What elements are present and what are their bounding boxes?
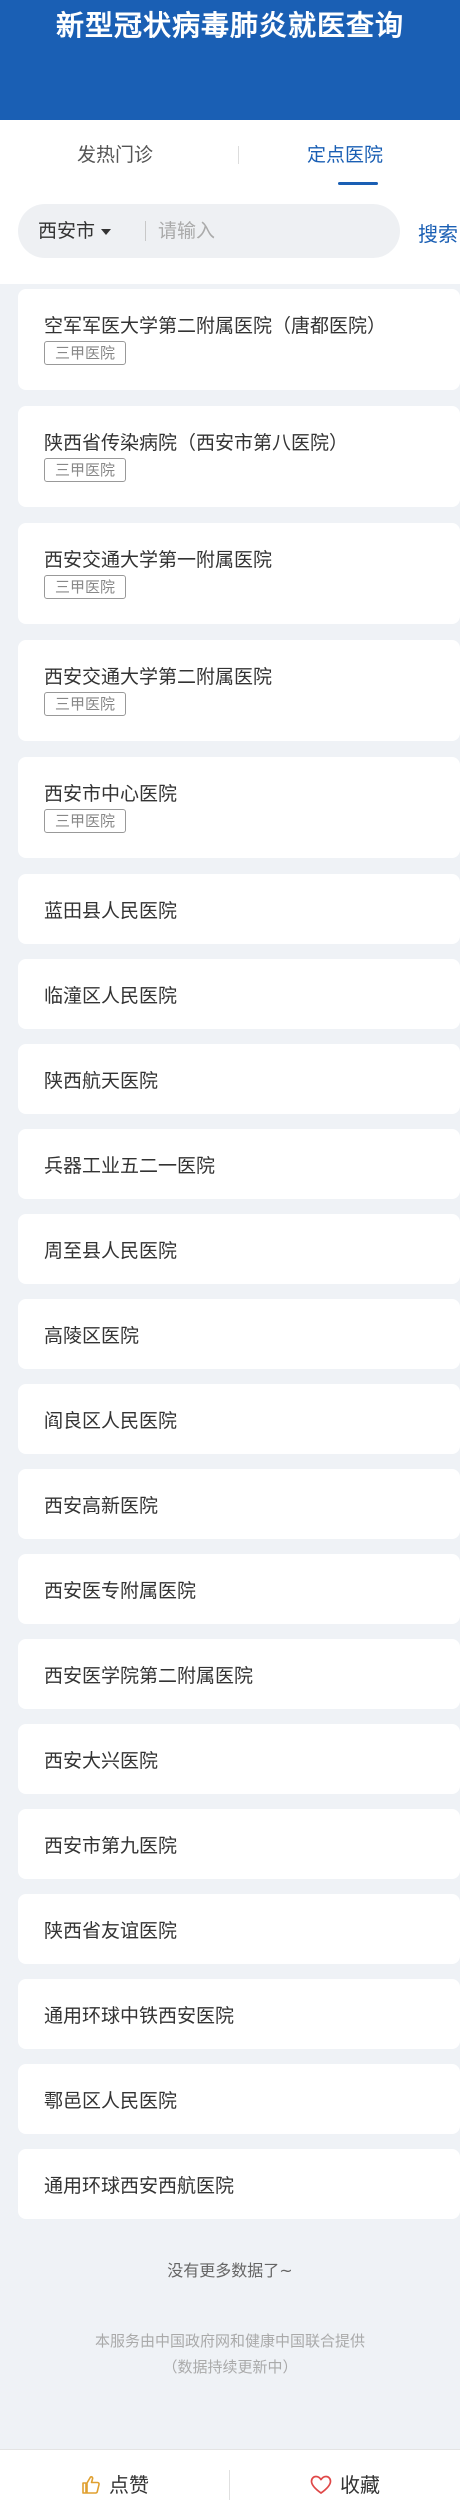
provider-note-line-1: 本服务由中国政府网和健康中国联合提供 [94,2332,365,2350]
hospital-grade-badge: 三甲医院 [44,575,127,599]
hospital-name: 陕西航天医院 [44,1070,159,1092]
tab-designated-hospital[interactable]: 定点医院 [230,120,460,190]
hospital-card[interactable]: 西安大兴医院 [18,1724,460,1794]
thumbs-up-icon [82,2476,100,2494]
hospital-name: 西安医专附属医院 [44,1580,197,1602]
search-bar: 西安市 搜索 [0,190,460,284]
favorite-button[interactable]: 收藏 [230,2450,460,2519]
hospital-card[interactable]: 西安市第九医院 [18,1809,460,1879]
hospital-name: 通用环球中铁西安医院 [44,2005,235,2027]
search-box: 西安市 [18,204,400,258]
hospital-card[interactable]: 陕西省友谊医院 [18,1894,460,1964]
hospital-card[interactable]: 西安交通大学第二附属医院 三甲医院 [18,640,460,741]
bottom-action-bar: 点赞 收藏 [0,2449,460,2519]
hospital-name: 通用环球西安西航医院 [44,2175,235,2197]
search-button[interactable]: 搜索 [418,218,458,247]
hospital-name: 西安医学院第二附属医院 [44,1665,254,1687]
hospital-name: 陕西省传染病院（西安市第八医院） [44,432,349,454]
page-header: 新型冠状病毒肺炎就医查询 [0,0,460,120]
hospital-name: 鄠邑区人民医院 [44,2090,178,2112]
hospital-grade-badge: 三甲医院 [44,341,127,365]
hospital-name: 空军军医大学第二附属医院（唐都医院） [44,315,387,337]
hospital-card[interactable]: 临潼区人民医院 [18,959,460,1029]
hospital-card[interactable]: 阎良区人民医院 [18,1384,460,1454]
hospital-card[interactable]: 西安医学院第二附属医院 [18,1639,460,1709]
hospital-grade-badge: 三甲医院 [44,692,127,716]
heart-icon [310,2475,332,2494]
hospital-card[interactable]: 陕西航天医院 [18,1044,460,1114]
search-input[interactable] [158,216,388,246]
favorite-label: 收藏 [340,2473,380,2497]
hospital-card[interactable]: 西安医专附属医院 [18,1554,460,1624]
hospital-name: 阎良区人民医院 [44,1410,178,1432]
hospital-card[interactable]: 西安交通大学第一附属医院 三甲医院 [18,523,460,624]
hospital-name: 陕西省友谊医院 [44,1920,178,1942]
hospital-card[interactable]: 空军军医大学第二附属医院（唐都医院） 三甲医院 [18,289,460,390]
hospital-name: 西安交通大学第二附属医院 [44,666,273,688]
provider-note-line-2: （数据持续更新中） [162,2358,298,2376]
hospital-card[interactable]: 通用环球中铁西安医院 [18,1979,460,2049]
hospital-card[interactable]: 通用环球西安西航医院 [18,2149,460,2219]
hospital-card[interactable]: 高陵区医院 [18,1299,460,1369]
hospital-name: 兵器工业五二一医院 [44,1155,216,1177]
provider-note: 本服务由中国政府网和健康中国联合提供 （数据持续更新中） [0,2328,460,2380]
caret-down-icon [101,228,112,235]
like-button[interactable]: 点赞 [0,2450,230,2519]
tab-bar: 发热门诊 定点医院 [0,120,460,190]
hospital-name: 周至县人民医院 [44,1240,178,1262]
hospital-name: 西安交通大学第一附属医院 [44,549,273,571]
page-title: 新型冠状病毒肺炎就医查询 [55,9,404,42]
hospital-card[interactable]: 周至县人民医院 [18,1214,460,1284]
tab-fever-clinic[interactable]: 发热门诊 [0,120,230,190]
hospital-grade-badge: 三甲医院 [44,458,127,482]
hospital-name: 西安市中心医院 [44,783,178,805]
hospital-card[interactable]: 蓝田县人民医院 [18,874,460,944]
city-select[interactable]: 西安市 [38,204,112,258]
city-select-label: 西安市 [38,220,96,242]
hospital-card[interactable]: 鄠邑区人民医院 [18,2064,460,2134]
hospital-name: 临潼区人民医院 [44,985,178,1007]
hospital-card[interactable]: 西安高新医院 [18,1469,460,1539]
hospital-grade-badge: 三甲医院 [44,809,127,833]
hospital-card[interactable]: 兵器工业五二一医院 [18,1129,460,1199]
hospital-name: 蓝田县人民医院 [44,900,178,922]
search-separator [145,221,146,241]
like-label: 点赞 [109,2473,149,2497]
hospital-name: 高陵区医院 [44,1325,140,1347]
hospital-card[interactable]: 西安市中心医院 三甲医院 [18,757,460,858]
hospital-name: 西安大兴医院 [44,1750,159,1772]
hospital-card[interactable]: 陕西省传染病院（西安市第八医院） 三甲医院 [18,406,460,507]
hospital-name: 西安市第九医院 [44,1835,178,1857]
active-tab-indicator [338,182,378,185]
no-more-data-text: 没有更多数据了~ [167,2261,293,2280]
hospital-name: 西安高新医院 [44,1495,159,1517]
